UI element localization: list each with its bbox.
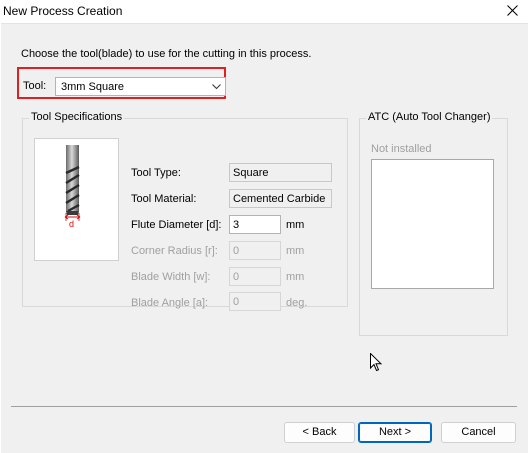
blade-angle-label: Blade Angle [a]:: [131, 297, 209, 309]
blade-width-input: 0: [229, 267, 281, 286]
blade-angle-input: 0: [229, 292, 281, 311]
tool-material-label: Tool Material:: [131, 193, 197, 205]
title-bar: New Process Creation: [0, 0, 529, 23]
blade-width-label: Blade Width [w]:: [131, 271, 211, 283]
atc-status: Not installed: [371, 143, 432, 155]
instruction-text: Choose the tool(blade) to use for the cu…: [21, 48, 312, 60]
tool-specifications-group: Tool Specifications d Tool Type: Square …: [22, 111, 348, 311]
tool-type-label: Tool Type:: [131, 167, 181, 179]
atc-legend: ATC (Auto Tool Changer): [366, 111, 493, 123]
corner-radius-label: Corner Radius [r]:: [131, 245, 218, 257]
tool-type-field: Square: [229, 163, 332, 182]
end-mill-icon: d: [64, 145, 81, 229]
close-button[interactable]: [497, 0, 529, 23]
tool-label: Tool:: [23, 80, 47, 92]
footer-separator: [11, 406, 517, 407]
flute-diameter-input[interactable]: 3: [229, 215, 281, 234]
tool-select-value: 3mm Square: [61, 81, 124, 93]
tool-diagram-label: d: [69, 219, 74, 229]
mouse-pointer-icon: [370, 353, 383, 372]
corner-radius-input: 0: [229, 241, 281, 260]
dialog-body: Choose the tool(blade) to use for the cu…: [1, 23, 528, 453]
tool-select[interactable]: 3mm Square: [55, 77, 226, 96]
close-icon: [507, 5, 518, 16]
chevron-down-icon: [212, 84, 221, 90]
blade-angle-unit: deg.: [286, 297, 308, 309]
back-button[interactable]: < Back: [284, 422, 355, 443]
next-button[interactable]: Next >: [358, 422, 432, 443]
tool-specifications-legend: Tool Specifications: [29, 111, 125, 123]
atc-list[interactable]: [371, 159, 494, 289]
atc-group: ATC (Auto Tool Changer) Not installed: [359, 111, 508, 336]
cancel-button[interactable]: Cancel: [441, 422, 516, 443]
blade-width-unit: mm: [286, 271, 305, 283]
tool-image: d: [34, 138, 119, 261]
flute-diameter-label: Flute Diameter [d]:: [131, 219, 222, 231]
tool-material-field: Cemented Carbide: [229, 189, 332, 208]
corner-radius-unit: mm: [286, 245, 305, 257]
window-title: New Process Creation: [3, 4, 123, 18]
flute-diameter-unit: mm: [286, 219, 305, 231]
new-process-creation-dialog: New Process Creation Choose the tool(bla…: [0, 0, 529, 453]
